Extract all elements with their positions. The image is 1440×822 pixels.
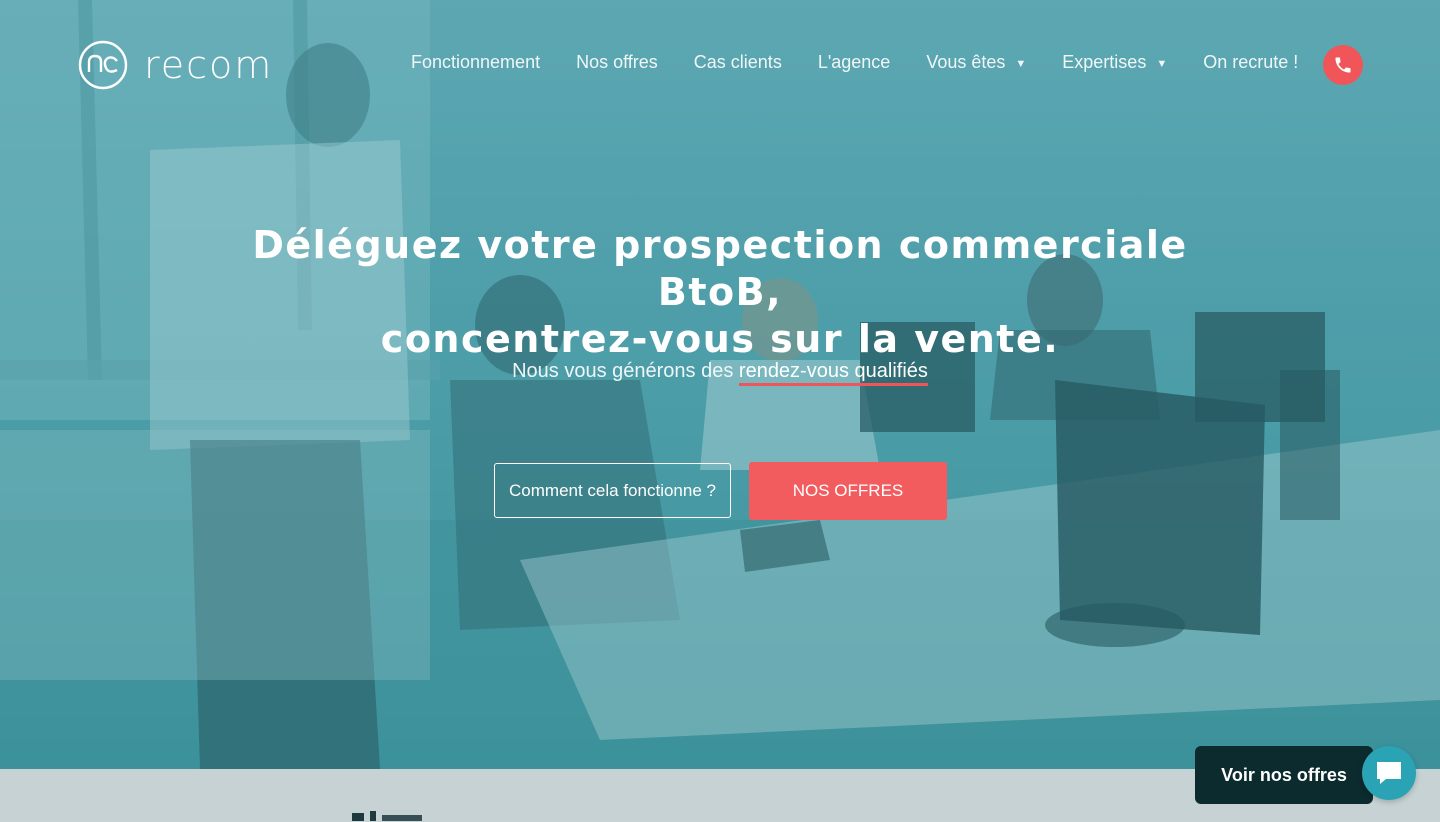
subheadline-highlight: rendez-vous qualifiés: [738, 360, 928, 386]
phone-button[interactable]: [1323, 45, 1363, 85]
nav-label: On recrute !: [1203, 52, 1299, 72]
hero-headline: Déléguez votre prospection commerciale B…: [220, 222, 1220, 363]
chevron-down-icon: ▼: [1156, 58, 1168, 70]
nav-label: Cas clients: [693, 52, 782, 72]
headline-line-1: Déléguez votre prospection commerciale B…: [252, 223, 1188, 314]
hero-section: recom Fonctionnement Nos offres Cas clie…: [0, 0, 1440, 769]
nav-label: Vous êtes: [926, 52, 1006, 72]
main-nav: Fonctionnement Nos offres Cas clients L'…: [411, 52, 1298, 73]
nav-label: L'agence: [817, 52, 891, 72]
headline-line-2: concentrez-vous sur la vente.: [380, 317, 1060, 361]
phone-icon: [1335, 57, 1351, 73]
nav-item-nos-offres[interactable]: Nos offres: [576, 52, 658, 73]
nav-item-vous-etes[interactable]: Vous êtes ▼: [926, 52, 1026, 73]
nav-item-expertises[interactable]: Expertises ▼: [1062, 52, 1167, 73]
nav-item-fonctionnement[interactable]: Fonctionnement: [411, 52, 540, 73]
nav-item-recrute[interactable]: On recrute !: [1203, 52, 1298, 73]
nav-label: Nos offres: [576, 52, 658, 72]
chat-offers-button[interactable]: Voir nos offres: [1195, 746, 1373, 804]
nav-item-agence[interactable]: L'agence: [818, 52, 891, 73]
how-it-works-button[interactable]: Comment cela fonctionne ?: [494, 463, 731, 518]
nav-item-cas-clients[interactable]: Cas clients: [694, 52, 782, 73]
logo[interactable]: recom: [78, 40, 308, 90]
logo-mark-icon: [78, 40, 128, 90]
nav-label: Expertises: [1062, 52, 1147, 72]
site-header: recom Fonctionnement Nos offres Cas clie…: [0, 0, 1440, 130]
chat-icon: [1377, 762, 1401, 784]
nav-label: Fonctionnement: [411, 52, 541, 72]
hero-subheadline: Nous vous générons des rendez-vous quali…: [420, 360, 1020, 386]
logo-text: recom: [144, 43, 274, 87]
chevron-down-icon: ▼: [1015, 58, 1027, 70]
offers-button[interactable]: NOS OFFRES: [749, 462, 947, 520]
subheadline-text: Nous vous générons des: [512, 360, 739, 382]
chat-launcher[interactable]: [1362, 746, 1416, 800]
